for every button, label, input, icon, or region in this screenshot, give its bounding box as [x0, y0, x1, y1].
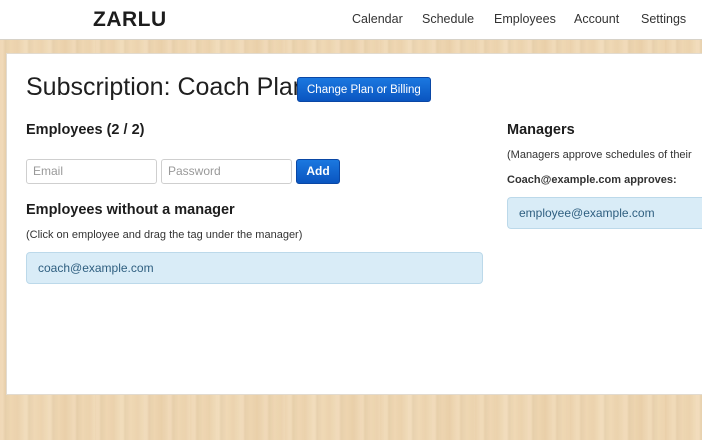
email-field[interactable]: Email: [26, 159, 157, 184]
employee-tag[interactable]: coach@example.com: [38, 261, 154, 275]
nav-account[interactable]: Account: [574, 0, 619, 38]
main-panel: Subscription: Coach Plan Change Plan or …: [6, 53, 702, 395]
manager-tag-area[interactable]: employee@example.com: [507, 197, 702, 229]
nav-employees[interactable]: Employees: [494, 0, 556, 38]
page-title: Subscription: Coach Plan: [26, 73, 307, 101]
employees-heading: Employees (2 / 2): [26, 122, 145, 138]
unassigned-hint: (Click on employee and drag the tag unde…: [26, 229, 303, 241]
change-plan-button[interactable]: Change Plan or Billing: [297, 77, 431, 102]
add-employee-button[interactable]: Add: [296, 159, 340, 184]
nav-schedule[interactable]: Schedule: [422, 0, 474, 38]
unassigned-tag-area[interactable]: coach@example.com: [26, 252, 483, 284]
brand-logo[interactable]: ZARLU: [93, 8, 167, 32]
nav-settings[interactable]: Settings: [641, 0, 686, 38]
manager-label: Coach@example.com approves:: [507, 174, 677, 186]
managers-hint: (Managers approve schedules of their: [507, 149, 692, 161]
unassigned-heading: Employees without a manager: [26, 202, 235, 218]
managers-heading: Managers: [507, 122, 575, 138]
password-field[interactable]: Password: [161, 159, 292, 184]
nav-calendar[interactable]: Calendar: [352, 0, 403, 38]
top-navbar: ZARLU Calendar Schedule Employees Accoun…: [0, 0, 702, 40]
employee-tag[interactable]: employee@example.com: [519, 206, 655, 220]
